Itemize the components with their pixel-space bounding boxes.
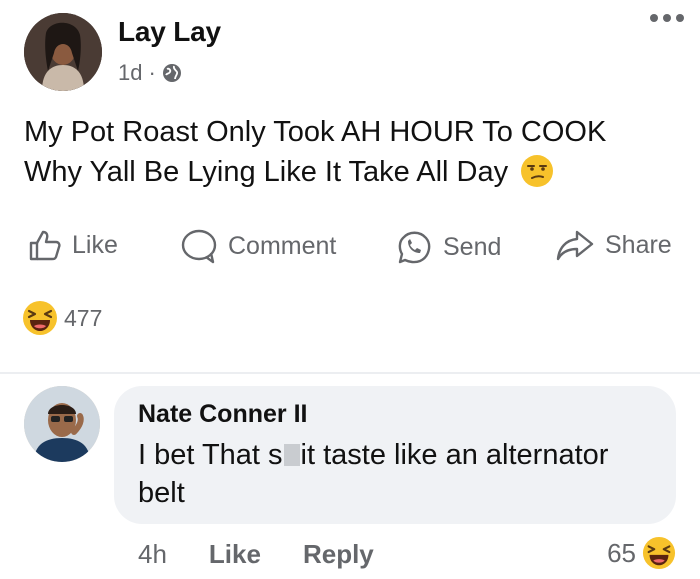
censor-blur	[283, 444, 300, 466]
comment-like-button[interactable]: Like	[209, 539, 261, 570]
comment-bubble-icon	[181, 229, 217, 264]
comment-reaction-count: 65	[607, 537, 636, 568]
post-text-line-2: Why Yall Be Lying Like It Take All Day	[24, 152, 684, 192]
commenter-avatar[interactable]	[24, 386, 100, 462]
author-avatar[interactable]	[24, 13, 102, 91]
globe-icon	[162, 64, 181, 82]
commenter-name[interactable]: Nate Conner II	[138, 400, 307, 429]
laughing-emoji	[23, 301, 57, 335]
post-author-name[interactable]: Lay Lay	[118, 16, 221, 48]
section-divider	[0, 372, 700, 374]
post-text-line-2-text: Why Yall Be Lying Like It Take All Day	[24, 156, 509, 188]
comment-reply-button[interactable]: Reply	[303, 539, 374, 570]
dot	[663, 14, 671, 22]
post-time[interactable]: 1d	[118, 60, 142, 86]
unamused-face-emoji	[521, 155, 554, 187]
reaction-summary[interactable]: 477	[22, 300, 102, 336]
commenter-avatar-image	[24, 386, 100, 462]
post-text-line-1: My Pot Roast Only Took AH HOUR To COOK	[24, 116, 607, 148]
post-text: My Pot Roast Only Took AH HOUR To COOK W…	[24, 112, 684, 192]
comment-label: Comment	[228, 231, 337, 260]
send-button[interactable]: Send	[395, 228, 501, 266]
meta-separator: ·	[148, 60, 156, 85]
like-button[interactable]: Like	[28, 228, 118, 262]
dot	[650, 14, 658, 22]
reaction-count: 477	[64, 304, 103, 331]
comment-text: I bet That s it taste like an alternator …	[138, 436, 658, 512]
post-meta: 1d ·	[118, 60, 182, 86]
comment-actions: 4h Like Reply	[138, 539, 416, 570]
comment-text-before: I bet That s	[138, 439, 283, 471]
dot	[676, 14, 684, 22]
comment-button[interactable]: Comment	[180, 228, 336, 264]
author-avatar-image	[24, 13, 102, 91]
thumbs-up-icon	[29, 230, 61, 261]
more-dots-icon[interactable]	[650, 14, 684, 22]
share-arrow-icon	[556, 230, 594, 261]
share-label: Share	[605, 230, 672, 259]
whatsapp-icon	[398, 231, 431, 264]
share-button[interactable]: Share	[555, 228, 672, 262]
comment-time[interactable]: 4h	[138, 539, 167, 570]
comment-reaction-summary[interactable]: 65	[607, 536, 676, 570]
send-label: Send	[443, 232, 502, 261]
like-label: Like	[72, 230, 118, 259]
laughing-emoji	[642, 536, 676, 570]
